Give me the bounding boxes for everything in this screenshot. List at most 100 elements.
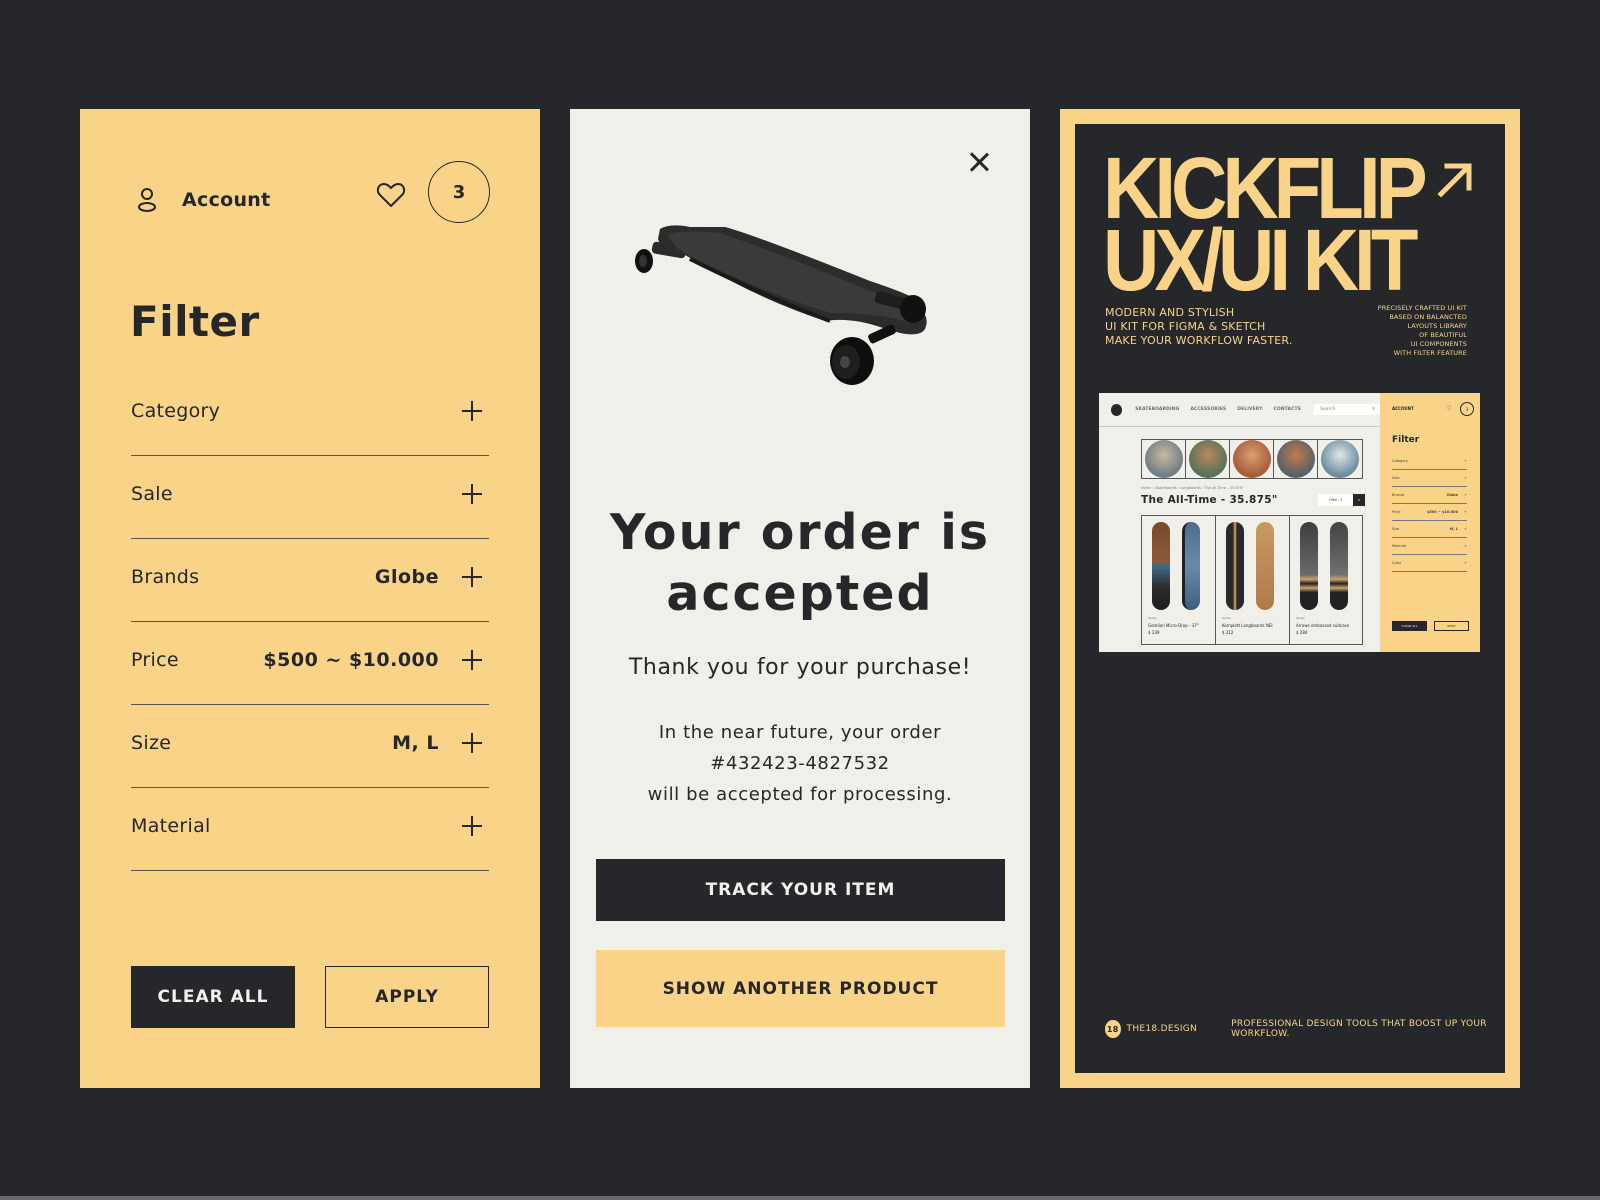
filter-row-sale[interactable]: Sale <box>131 456 489 539</box>
plus-icon[interactable] <box>461 732 483 754</box>
preview-filter-row: Sale + <box>1392 470 1467 487</box>
arrow-up-right-icon <box>1437 163 1472 198</box>
order-number: #432423-4827532 <box>710 753 890 774</box>
preview-filter-row: Price $500 ~ $10.000 + <box>1392 504 1467 521</box>
filter-title: Filter <box>130 297 260 346</box>
close-icon[interactable] <box>968 151 990 173</box>
plus-icon[interactable] <box>461 483 483 505</box>
kit-side-note: PRECISELY CRAFTED UI KIT BASED ON BALANC… <box>1378 304 1467 358</box>
preview-logo-icon <box>1111 403 1123 416</box>
preview-avatar <box>1142 440 1186 478</box>
deck-image <box>1226 522 1244 610</box>
preview-search: Search ⚲ <box>1313 404 1380 415</box>
filter-value: Globe <box>374 566 439 588</box>
footer-brand[interactable]: THE18.DESIGN <box>1127 1024 1198 1034</box>
preview-product-brand: Globe <box>1296 616 1305 620</box>
clear-all-button[interactable]: CLEAR ALL <box>131 966 295 1028</box>
order-title-line1: Your order is <box>609 504 991 561</box>
thanks-message: Thank you for your purchase! <box>628 655 972 680</box>
preview-nav-link: DELIVERY <box>1237 407 1263 412</box>
kit-desc-line: MODERN AND STYLISH <box>1105 306 1235 319</box>
the18-logo-icon: 18 <box>1105 1020 1121 1038</box>
preview-avatar <box>1186 440 1230 478</box>
kit-desc-line: UI KIT FOR FIGMA & SKETCH <box>1105 320 1266 333</box>
filter-row-size[interactable]: Size M, L <box>131 705 489 788</box>
deck-image <box>1256 522 1274 610</box>
preview-story-avatars <box>1141 439 1363 479</box>
preview-product-grid: Globe Gemlion Micro-Drop - 37" $ 239 Glo… <box>1141 515 1363 645</box>
plus-icon: + <box>1464 510 1467 514</box>
filter-label: Category <box>131 400 221 422</box>
kit-side-line: WITH FILTER FEATURE <box>1393 349 1467 357</box>
preview-product-brand: Globe <box>1222 616 1231 620</box>
filter-label: Material <box>131 815 211 837</box>
account-label: Account <box>182 189 271 211</box>
preview-cart-badge: 3 <box>1460 402 1474 416</box>
apply-button[interactable]: APPLY <box>325 966 489 1028</box>
filter-label: Brands <box>131 566 200 588</box>
kit-side-line: OF BEAUTIFUL <box>1419 331 1467 339</box>
order-note-line1: In the near future, your order <box>658 722 942 743</box>
kit-preview-screenshot: SKATEBOARDING ACCESSORIES DELIVERY CONTA… <box>1099 393 1480 652</box>
preview-nav: SKATEBOARDING ACCESSORIES DELIVERY CONTA… <box>1099 393 1380 427</box>
kit-cover-panel: KICKFLIP UX/UI KIT MODERN AND STYLISH UI… <box>1060 109 1520 1088</box>
preview-filter-row: Color + <box>1392 555 1467 572</box>
preview-nav-link: ACCESSORIES <box>1190 407 1227 412</box>
heart-icon: ♡ <box>1446 405 1452 412</box>
plus-icon: + <box>1464 544 1467 548</box>
preview-avatar <box>1318 440 1362 478</box>
preview-product-card: Globe Gemlion Micro-Drop - 37" $ 239 <box>1141 515 1215 645</box>
preview-product-brand: Globe <box>1148 616 1157 620</box>
preview-filter-row: Category + <box>1392 453 1467 470</box>
plus-icon[interactable] <box>461 566 483 588</box>
filter-row-category[interactable]: Category <box>131 373 489 456</box>
track-item-button[interactable]: TRACK YOUR ITEM <box>596 859 1005 921</box>
preview-clear-button: CLEAR ALL <box>1392 621 1427 631</box>
filter-value: M, L <box>392 732 439 754</box>
preview-filter-label: Color <box>1392 561 1402 565</box>
preview-product-card: Globe Komplett Longboards NEI $ 212 <box>1215 515 1289 645</box>
deck-image <box>1330 522 1348 610</box>
search-icon: ⚲ <box>1371 407 1375 412</box>
account-link[interactable]: Account <box>136 181 271 219</box>
preview-apply-button: APPLY <box>1434 621 1469 631</box>
preview-avatar <box>1230 440 1274 478</box>
deck-image <box>1300 522 1318 610</box>
preview-filter-value: Globe <box>1446 493 1459 497</box>
order-note-line3: will be accepted for processing. <box>647 784 953 805</box>
preview-filter-label: Category <box>1392 459 1408 463</box>
preview-product-card: Globe Arrows embossed suitcase $ 284 <box>1289 515 1363 645</box>
plus-icon: + <box>1464 493 1467 497</box>
filter-row-price[interactable]: Price $500 ~ $10.000 <box>131 622 489 705</box>
plus-icon: + <box>1464 476 1467 480</box>
plus-icon[interactable] <box>461 649 483 671</box>
kit-description: MODERN AND STYLISH UI KIT FOR FIGMA & SK… <box>1105 306 1293 348</box>
preview-filter-value: M, L <box>1449 527 1459 531</box>
kit-side-line: BASED ON BALANCTED <box>1389 313 1467 321</box>
kit-side-line: PRECISELY CRAFTED UI KIT <box>1377 304 1467 312</box>
show-another-product-button[interactable]: SHOW ANOTHER PRODUCT <box>596 950 1005 1027</box>
preview-filter-title: Filter <box>1392 435 1420 445</box>
preview-filter-label: Material <box>1392 544 1407 548</box>
cart-count-badge[interactable]: 3 <box>428 161 490 223</box>
preview-filter-label: Price <box>1392 510 1401 514</box>
filter-value: $500 ~ $10.000 <box>263 649 439 671</box>
chevron-right-icon: › <box>1353 494 1365 506</box>
filter-row-brands[interactable]: Brands Globe <box>131 539 489 622</box>
plus-icon[interactable] <box>461 815 483 837</box>
order-title-line2: accepted <box>666 565 934 622</box>
preview-filter-sidebar: ACCOUNT ♡ 3 Filter Category + Sale + Brand… <box>1380 393 1480 652</box>
filter-label: Price <box>131 649 179 671</box>
plus-icon[interactable] <box>461 400 483 422</box>
kit-desc-line: MAKE YOUR WORKFLOW FASTER. <box>1105 334 1293 347</box>
filter-row-material[interactable]: Material <box>131 788 489 871</box>
preview-filter-row: Size M, L + <box>1392 521 1467 538</box>
heart-icon[interactable] <box>375 179 407 211</box>
preview-filter-row: Material + <box>1392 538 1467 555</box>
bottom-edge <box>0 1196 1600 1200</box>
preview-product-price: $ 284 <box>1296 630 1308 635</box>
plus-icon: + <box>1464 561 1467 565</box>
preview-nav-link: SKATEBOARDING <box>1135 407 1180 412</box>
preview-product-price: $ 239 <box>1148 630 1160 635</box>
preview-nav-links: SKATEBOARDING ACCESSORIES DELIVERY CONTA… <box>1135 407 1312 412</box>
